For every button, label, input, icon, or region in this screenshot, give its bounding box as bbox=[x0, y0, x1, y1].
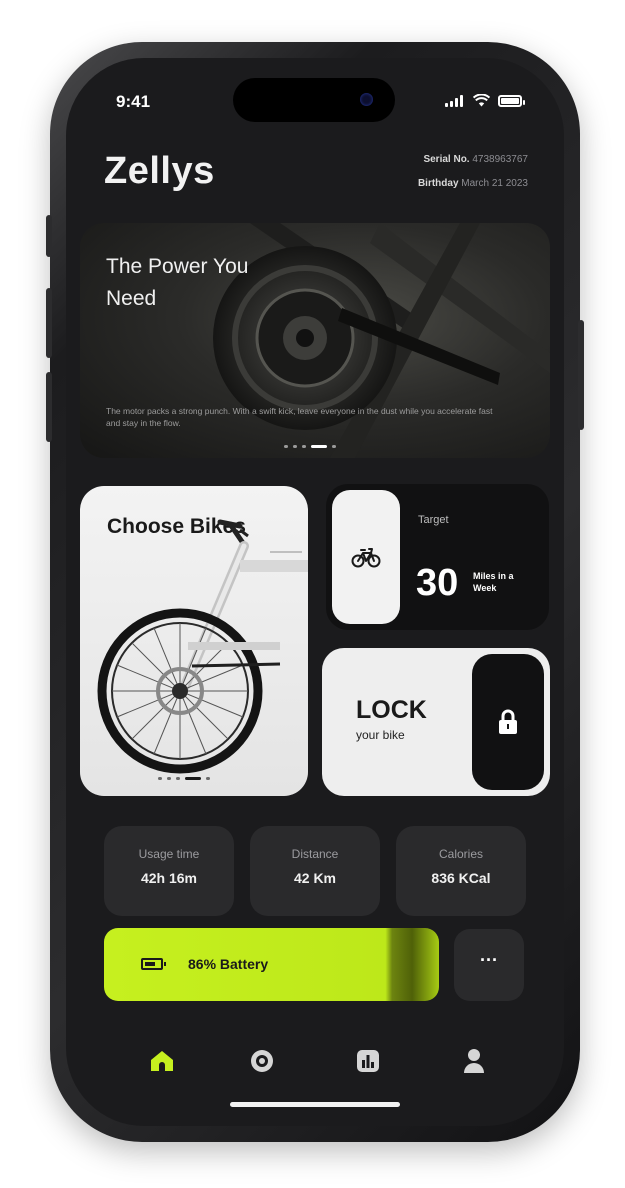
stat-label: Distance bbox=[291, 847, 339, 861]
stat-label: Usage time bbox=[138, 847, 200, 861]
ride-icon bbox=[251, 1050, 273, 1072]
stat-value: 42h 16m bbox=[140, 870, 198, 886]
carousel-dot[interactable] bbox=[158, 777, 162, 780]
birthday: Birthday March 21 2023 bbox=[418, 178, 528, 189]
bike-image bbox=[97, 519, 308, 774]
battery-label: 86% Battery bbox=[188, 956, 269, 972]
serial-number: Serial No. 4738963767 bbox=[423, 154, 528, 165]
usage-time-card: Usage time 42h 16m bbox=[104, 826, 234, 916]
hero-description: The motor packs a strong punch. With a s… bbox=[106, 406, 493, 428]
carousel-dot-active[interactable] bbox=[185, 777, 201, 780]
nav-profile[interactable] bbox=[456, 1043, 492, 1079]
stats-icon bbox=[357, 1050, 379, 1072]
battery-icon bbox=[141, 958, 166, 970]
target-value: 30 bbox=[416, 562, 459, 604]
stat-value: 42 Km bbox=[293, 870, 337, 886]
home-indicator[interactable] bbox=[230, 1102, 400, 1107]
volume-down-button bbox=[46, 372, 52, 442]
hero-banner[interactable]: The Power You Need The motor packs a str… bbox=[80, 223, 550, 458]
lock-subtitle: your bike bbox=[356, 728, 405, 742]
app-title: Zellys bbox=[104, 150, 215, 192]
choose-bikes-carousel-dots[interactable] bbox=[158, 777, 210, 780]
carousel-dot[interactable] bbox=[176, 777, 180, 780]
silent-switch bbox=[46, 215, 52, 257]
status-icons bbox=[445, 94, 525, 107]
stat-value: 836 KCal bbox=[431, 870, 491, 886]
choose-bikes-card[interactable]: Choose Bikes bbox=[80, 486, 308, 796]
carousel-dot[interactable] bbox=[284, 445, 288, 448]
birthday-value: March 21 2023 bbox=[461, 178, 528, 189]
birthday-label: Birthday bbox=[417, 178, 459, 189]
bicycle-icon bbox=[351, 548, 381, 568]
profile-icon bbox=[464, 1049, 484, 1073]
dynamic-island bbox=[233, 78, 395, 122]
lock-card[interactable]: LOCK your bike bbox=[322, 648, 550, 796]
app-screen: 9:41 Zellys Serial No. 4738963767 Birthd… bbox=[66, 58, 564, 1126]
bike-button[interactable] bbox=[332, 490, 400, 624]
lock-title: LOCK bbox=[356, 696, 427, 724]
carousel-dot[interactable] bbox=[293, 445, 297, 448]
lock-button[interactable] bbox=[472, 654, 544, 790]
hero-carousel-dots[interactable] bbox=[284, 445, 336, 448]
carousel-dot[interactable] bbox=[167, 777, 171, 780]
nav-stats[interactable] bbox=[350, 1043, 386, 1079]
carousel-dot-active[interactable] bbox=[311, 445, 327, 448]
target-unit: Miles in a Week bbox=[473, 571, 514, 593]
distance-card: Distance 42 Km bbox=[250, 826, 380, 916]
more-button[interactable]: ··· bbox=[454, 929, 524, 1001]
carousel-dot[interactable] bbox=[332, 445, 336, 448]
battery-status-bar[interactable]: 86% Battery bbox=[104, 928, 439, 1001]
serial-label: Serial No. bbox=[423, 154, 470, 165]
home-icon bbox=[151, 1051, 173, 1071]
target-label: Target bbox=[418, 514, 449, 526]
nav-ride[interactable] bbox=[244, 1043, 280, 1079]
signal-icon bbox=[445, 95, 465, 107]
volume-up-button bbox=[46, 288, 52, 358]
carousel-dot[interactable] bbox=[206, 777, 210, 780]
wifi-icon bbox=[473, 94, 490, 107]
padlock-icon bbox=[499, 709, 517, 734]
target-card[interactable]: Target 30 Miles in a Week bbox=[326, 484, 549, 630]
stat-label: Calories bbox=[438, 847, 483, 861]
camera-icon bbox=[360, 93, 373, 106]
calories-card: Calories 836 KCal bbox=[396, 826, 526, 916]
nav-home[interactable] bbox=[144, 1043, 180, 1079]
status-time: 9:41 bbox=[116, 92, 151, 111]
hero-title: The Power You Need bbox=[106, 255, 249, 310]
carousel-dot[interactable] bbox=[302, 445, 306, 448]
serial-value: 4738963767 bbox=[472, 154, 528, 165]
power-button bbox=[578, 320, 584, 430]
status-battery-icon bbox=[498, 95, 525, 107]
